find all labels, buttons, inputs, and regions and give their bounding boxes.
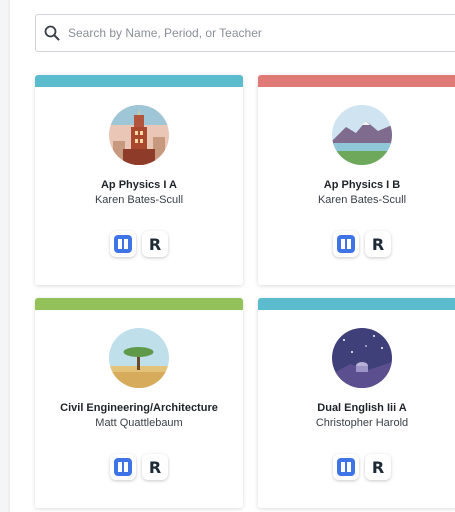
teacher-name: Matt Quattlebaum bbox=[95, 417, 183, 429]
card-accent-bar bbox=[35, 75, 243, 87]
course-name: Civil Engineering/Architecture bbox=[60, 402, 218, 414]
course-name: Ap Physics I B bbox=[323, 179, 401, 191]
course-image bbox=[109, 328, 169, 388]
svg-text:R: R bbox=[149, 235, 161, 254]
search-input[interactable] bbox=[68, 18, 448, 48]
r-logo-icon[interactable]: R bbox=[365, 454, 391, 480]
r-logo-icon[interactable]: R bbox=[142, 231, 168, 257]
search-bar[interactable] bbox=[35, 14, 455, 52]
classroom-icon[interactable] bbox=[110, 454, 136, 480]
teacher-name: Karen Bates-Scull bbox=[317, 194, 407, 206]
svg-text:R: R bbox=[149, 458, 161, 477]
teacher-name: Christopher Harold bbox=[315, 417, 409, 429]
card-accent-bar bbox=[35, 298, 243, 310]
classroom-icon[interactable] bbox=[333, 231, 359, 257]
course-name: Ap Physics I A bbox=[100, 179, 177, 191]
svg-text:R: R bbox=[372, 458, 384, 477]
search-icon bbox=[36, 14, 68, 52]
course-name: Dual English Iii A bbox=[317, 402, 407, 414]
app-links: R bbox=[332, 231, 392, 257]
svg-text:R: R bbox=[372, 235, 384, 254]
course-image bbox=[109, 105, 169, 165]
classroom-icon[interactable] bbox=[333, 454, 359, 480]
card-accent-bar bbox=[258, 298, 455, 310]
teacher-name: Karen Bates-Scull bbox=[94, 194, 184, 206]
course-image bbox=[332, 328, 392, 388]
card-accent-bar bbox=[258, 75, 455, 87]
app-links: R bbox=[109, 231, 169, 257]
course-card[interactable]: Dual English Iii A Christopher Harold R bbox=[258, 298, 455, 508]
course-card[interactable]: Ap Physics I B Karen Bates-Scull R bbox=[258, 75, 455, 285]
classroom-icon[interactable] bbox=[110, 231, 136, 257]
course-card[interactable]: Ap Physics I A Karen Bates-Scull R bbox=[35, 75, 243, 285]
app-links: R bbox=[332, 454, 392, 480]
r-logo-icon[interactable]: R bbox=[365, 231, 391, 257]
r-logo-icon[interactable]: R bbox=[142, 454, 168, 480]
course-image bbox=[332, 105, 392, 165]
app-links: R bbox=[109, 454, 169, 480]
course-card[interactable]: Civil Engineering/Architecture Matt Quat… bbox=[35, 298, 243, 508]
